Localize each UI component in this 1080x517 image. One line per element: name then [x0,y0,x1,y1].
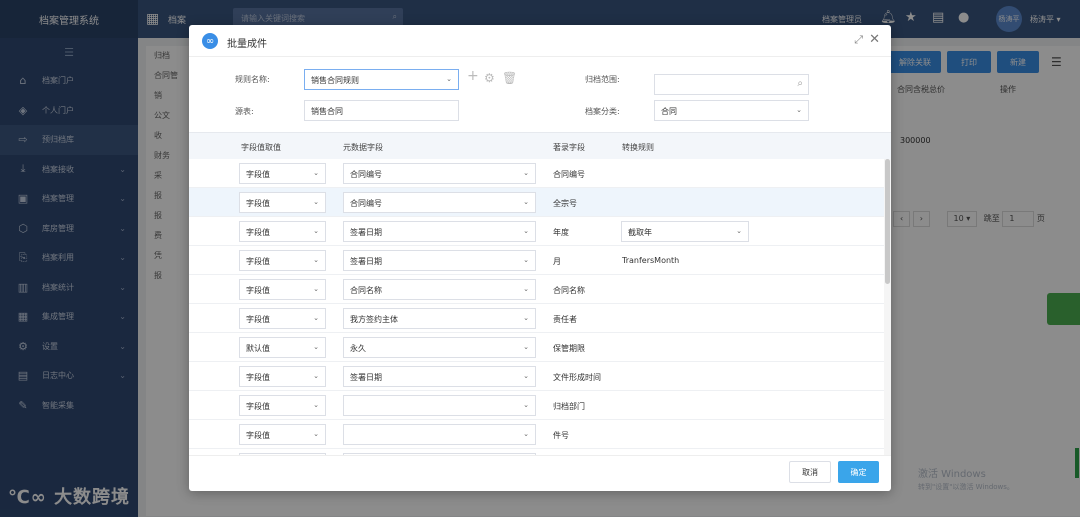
gear-icon[interactable]: ⚙ [484,71,495,85]
value-mode-select[interactable]: 字段值 ⌄ [239,192,326,213]
mapping-table-body: 字段值 ⌄ 合同编号 ⌄ 合同编号 字段值 ⌄ 合同编号 ⌄ 全宗号 字段值 ⌄ 签署日期 ⌄ 年度 截取年 ⌄… [189,159,891,455]
dialog-footer: 取消 确定 [189,455,891,491]
convert-rule: TranfersMonth [622,256,680,265]
dialog-title: 批量成件 [227,39,267,50]
catalog-field: 归档部门 [553,402,585,411]
add-icon[interactable]: + [467,68,479,84]
table-row[interactable]: 默认值 ⌄ 永久 ⌄ 保管期限 [189,333,884,362]
value-mode-select[interactable]: 字段值 ⌄ [239,308,326,329]
metadata-field-select[interactable]: 签署日期 ⌄ [343,250,536,271]
value-mode-select[interactable]: 字段值 ⌄ [239,163,326,184]
scope-label: 归档范围: [585,75,620,84]
catalog-field: 文件形成时间 [553,373,601,382]
table-row[interactable]: 字段值 ⌄ 我方签约主体 ⌄ 责任者 [189,304,884,333]
source-label: 源表: [235,107,254,116]
catalog-field: 年度 [553,228,569,237]
value-mode-select[interactable]: 字段值 ⌄ [239,221,326,242]
value-mode-select[interactable]: 字段值 ⌄ [239,366,326,387]
table-row[interactable]: 字段值 ⌄ 合同名称 ⌄ 合同名称 [189,275,884,304]
category-label: 档案分类: [585,107,620,116]
table-row[interactable]: 字段值 ⌄ 合同编号 ⌄ 合同编号 [189,159,884,188]
maximize-icon[interactable]: ⤢ [854,33,863,47]
catalog-field: 责任者 [553,315,577,324]
metadata-field-select[interactable]: 签署日期 ⌄ [343,366,536,387]
column-header: 著录字段 [553,143,585,152]
rule-name-select[interactable]: 销售合同规则 ⌄ [304,69,459,90]
table-row[interactable]: 字段值 ⌄ 签署日期 ⌄ 文件形成时间 [189,362,884,391]
metadata-field-select[interactable]: 永久 ⌄ [343,337,536,358]
value-mode-select[interactable]: 字段值 ⌄ [239,279,326,300]
source-field[interactable]: 销售合同 [304,100,459,121]
metadata-field-select[interactable]: 我方签约主体 ⌄ [343,308,536,329]
close-icon[interactable]: ✕ [869,32,880,47]
link-icon: ∞ [202,33,218,49]
value-mode-select[interactable]: 字段值 ⌄ [239,424,326,445]
rule-name-label: 规则名称: [235,75,270,84]
catalog-field: 合同名称 [553,286,585,295]
trash-icon[interactable]: 🗑︎ [502,71,517,85]
metadata-field-select[interactable]: 签署日期 ⌄ [343,221,536,242]
value-mode-select[interactable]: 默认值 ⌄ [239,337,326,358]
metadata-field-select[interactable]: ⌄ [343,424,536,445]
search-icon[interactable]: ⌕ [797,78,803,89]
table-row[interactable]: 字段值 ⌄ ⌄ 归档部门 [189,391,884,420]
metadata-field-select[interactable]: 合同编号 ⌄ [343,163,536,184]
metadata-field-select[interactable]: 合同编号 ⌄ [343,192,536,213]
category-select[interactable]: 合同 ⌄ [654,100,809,121]
batch-create-dialog: ∞ 批量成件 ⤢ ✕ 规则名称: 销售合同规则 ⌄ + ⚙ 🗑︎ 源表: 销售合同… [189,25,891,491]
table-row[interactable]: 字段值 ⌄ 签署日期 ⌄ 月 TranfersMonth [189,246,884,275]
cancel-button[interactable]: 取消 [789,461,831,483]
value-mode-select[interactable]: 字段值 ⌄ [239,395,326,416]
column-header: 字段值取值 [241,143,281,152]
scrollbar[interactable] [884,159,891,455]
column-header: 转换规则 [622,143,654,152]
value-mode-select[interactable]: 字段值 ⌄ [239,250,326,271]
metadata-field-select[interactable]: ⌄ [343,395,536,416]
confirm-button[interactable]: 确定 [838,461,879,483]
metadata-field-select[interactable]: 合同名称 ⌄ [343,279,536,300]
catalog-field: 件号 [553,431,569,440]
catalog-field: 月 [553,257,561,266]
scope-input[interactable]: ⌕ [654,74,809,95]
column-header: 元数据字段 [343,143,383,152]
table-row[interactable]: 字段值 ⌄ ⌄ 件号 [189,420,884,449]
catalog-field: 全宗号 [553,199,577,208]
catalog-field: 保管期限 [553,344,585,353]
mapping-table-header: 字段值取值 元数据字段 著录字段 转换规则 [189,132,891,159]
table-row[interactable]: 字段值 ⌄ 签署日期 ⌄ 年度 截取年 ⌄ [189,217,884,246]
convert-rule-select[interactable]: 截取年 ⌄ [621,221,749,242]
catalog-field: 合同编号 [553,170,585,179]
dialog-header: ∞ 批量成件 ⤢ ✕ [189,25,891,57]
table-row[interactable]: 字段值 ⌄ 合同编号 ⌄ 全宗号 [189,188,884,217]
